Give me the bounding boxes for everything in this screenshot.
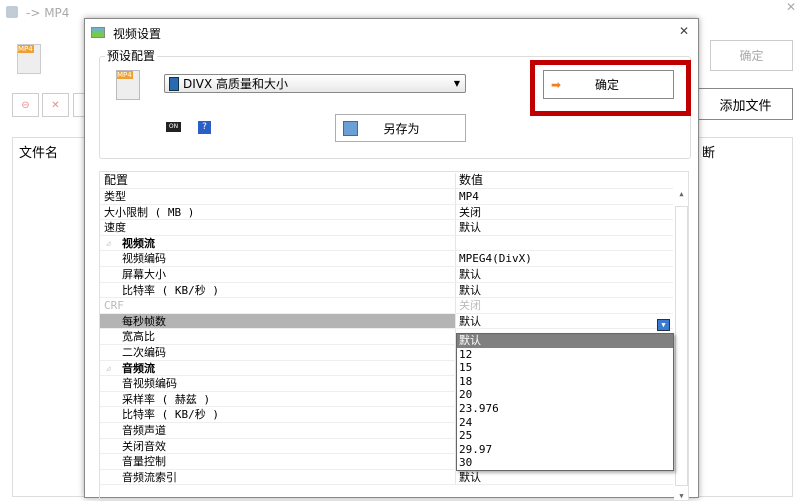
mp4-preset-icon: MP4 — [116, 70, 140, 100]
scroll-thumb[interactable] — [675, 206, 688, 486]
dropdown-option[interactable]: 24 — [457, 416, 673, 430]
remove-file-button[interactable]: ⊖ — [12, 93, 39, 117]
grid-row[interactable]: 屏幕大小 默认 — [100, 267, 673, 283]
grid-row[interactable]: 大小限制 ( MB ) 关闭 — [100, 204, 673, 221]
grid-row[interactable]: 视频编码 MPEG4(DivX) — [100, 251, 673, 267]
ok-label: 确定 — [595, 78, 620, 92]
grid-row[interactable]: 音频流索引 默认 — [100, 469, 673, 486]
header-value[interactable]: 数值 — [456, 173, 673, 188]
dropdown-option[interactable]: 29.97 — [457, 443, 673, 457]
dropdown-option[interactable]: 25 — [457, 429, 673, 443]
scroll-up-icon[interactable]: ▲ — [674, 190, 688, 198]
row-value[interactable] — [456, 236, 673, 251]
grid-row[interactable]: 每秒帧数 默认 — [100, 313, 673, 330]
row-value[interactable]: MP4 — [456, 189, 673, 204]
row-value[interactable]: 默认 — [456, 220, 673, 235]
dialog-title: 视频设置 — [113, 27, 162, 41]
row-key: 音量控制 — [100, 454, 456, 469]
grid-row[interactable]: 比特率 ( KB/秒 ) 默认 — [100, 282, 673, 299]
command-line-icon[interactable]: ON — [166, 122, 181, 132]
dropdown-toggle-icon[interactable]: ▼ — [657, 319, 670, 331]
grid-header: 配置 数值 — [100, 173, 673, 189]
ok-button-main[interactable]: 确定 — [710, 40, 793, 71]
dropdown-option[interactable]: 15 — [457, 361, 673, 375]
collapse-icon[interactable]: ◿ — [106, 236, 110, 251]
row-key: 速度 — [100, 220, 456, 235]
row-key: 音频流索引 — [100, 469, 456, 485]
clear-files-button[interactable]: ✕ — [42, 93, 69, 117]
chevron-down-icon: ▼ — [453, 79, 460, 88]
row-value[interactable]: 默认 — [456, 470, 673, 485]
file-name-header[interactable]: 文件名 — [19, 142, 58, 161]
floppy-disk-icon — [343, 120, 358, 136]
row-key: 比特率 ( KB/秒 ) — [100, 282, 456, 298]
preset-value: DIVX 高质量和大小 — [183, 77, 289, 91]
dropdown-option[interactable]: 20 — [457, 388, 673, 402]
collapse-icon[interactable]: ◿ — [106, 361, 110, 376]
fps-dropdown-list: 默认 12 15 18 20 23.976 24 25 29.97 30 — [456, 333, 674, 471]
row-value[interactable]: 默认 — [456, 267, 673, 282]
mp4-file-icon: MP4 — [17, 44, 41, 74]
column-header-fragment: 断 — [702, 146, 716, 161]
video-settings-dialog: 视频设置 ✕ 预设配置 MP4 DIVX 高质量和大小 ▼ ON ? 另存为 ➡… — [84, 18, 699, 501]
row-value[interactable]: 关闭 — [456, 205, 673, 220]
dropdown-option[interactable]: 12 — [457, 348, 673, 362]
dropdown-option[interactable]: 18 — [457, 375, 673, 389]
scrollbar[interactable]: ▲ ▼ — [674, 190, 688, 500]
file-list-right — [698, 137, 793, 497]
row-key: 宽高比 — [100, 329, 456, 344]
arrow-right-icon: ➡ — [551, 77, 562, 92]
property-grid: 配置 数值 类型 MP4 大小限制 ( MB ) 关闭 速度 默认 ◿ 视频流 视频编码 MPEG… — [99, 171, 689, 501]
save-as-label: 另存为 — [383, 121, 420, 136]
film-icon — [169, 76, 179, 91]
grid-row[interactable]: ◿ 视频流 — [100, 235, 673, 252]
grid-row[interactable]: 类型 MP4 — [100, 189, 673, 205]
row-key: 类型 — [100, 189, 456, 204]
dialog-icon — [91, 27, 105, 38]
dialog-close-icon[interactable]: ✕ — [679, 24, 689, 38]
save-as-button[interactable]: 另存为 — [335, 114, 466, 142]
row-key: 大小限制 ( MB ) — [100, 204, 456, 220]
close-icon[interactable]: ✕ — [786, 0, 796, 14]
row-key: 视频流 — [100, 235, 456, 251]
scroll-down-icon[interactable]: ▼ — [674, 492, 688, 500]
row-key: 音频声道 — [100, 423, 456, 438]
dropdown-option[interactable]: 默认 — [457, 334, 673, 348]
row-key: 关闭音效 — [100, 438, 456, 454]
row-key: CRF — [100, 298, 456, 313]
row-key: 每秒帧数 — [100, 313, 456, 329]
row-key: 比特率 ( KB/秒 ) — [100, 407, 456, 422]
preset-group-label: 预设配置 — [105, 47, 158, 64]
preset-select[interactable]: DIVX 高质量和大小 ▼ — [164, 74, 466, 93]
app-icon — [6, 6, 18, 18]
row-value[interactable]: MPEG4(DivX) — [456, 251, 673, 266]
grid-row[interactable]: CRF 关闭 — [100, 298, 673, 314]
dropdown-option[interactable]: 30 — [457, 456, 673, 470]
header-config[interactable]: 配置 — [100, 173, 456, 188]
grid-row[interactable]: 速度 默认 — [100, 220, 673, 236]
add-files-button[interactable]: 添加文件 — [698, 88, 793, 120]
file-list — [12, 137, 87, 497]
row-key: 视频编码 — [100, 251, 456, 266]
help-icon[interactable]: ? — [198, 121, 211, 134]
app-title: -> MP4 — [26, 6, 70, 20]
row-value[interactable]: 默认 — [456, 283, 673, 298]
row-key: 二次编码 — [100, 345, 456, 360]
row-key: 音视频编码 — [100, 376, 456, 391]
row-key: 音频流 — [100, 360, 456, 376]
ok-button[interactable]: ➡ 确定 — [543, 70, 674, 99]
row-key: 屏幕大小 — [100, 267, 456, 282]
row-value[interactable]: 默认 — [456, 314, 673, 329]
dropdown-option[interactable]: 23.976 — [457, 402, 673, 416]
row-value[interactable]: 关闭 — [456, 298, 673, 313]
row-key: 采样率 ( 赫兹 ) — [100, 391, 456, 407]
